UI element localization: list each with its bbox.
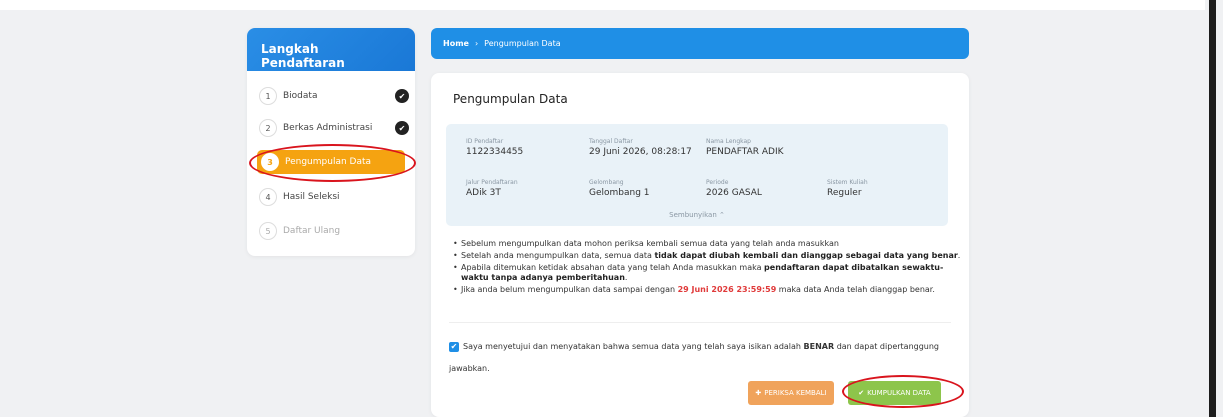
submit-data-label: KUMPULKAN DATA [867,389,931,397]
agreement-text: Saya menyetujui dan menyatakan bahwa sem… [463,342,804,351]
breadcrumb: Home › Pengumpulan Data [431,28,969,59]
notice-item: Setelah anda mengumpulkan data, semua da… [453,251,963,261]
check-again-button[interactable]: ✚ PERIKSA KEMBALI [748,381,834,405]
info-value: Reguler [827,188,862,198]
divider [449,322,951,323]
deadline-text: 29 Juni 2026 23:59:59 [677,285,777,294]
check-icon: ✔ [395,89,409,103]
info-value: PENDAFTAR ADIK [706,147,784,157]
info-system: Sistem Kuliah Reguler [827,179,868,198]
steps-title: Langkah Pendaftaran [247,28,415,71]
step-number: 1 [259,87,277,105]
step-pengumpulan-data[interactable]: 3 Pengumpulan Data [257,150,405,174]
step-number: 2 [259,119,277,137]
step-label: Daftar Ulang [283,226,341,236]
step-number: 5 [259,222,277,240]
info-label: Sistem Kuliah [827,179,868,186]
info-value: Gelombang 1 [589,188,650,198]
info-label: Gelombang [589,179,624,186]
step-biodata[interactable]: 1 Biodata ✔ [259,86,409,106]
step-label: Biodata [283,91,318,101]
agreement: ✔ Saya menyetujui dan menyatakan bahwa se… [449,336,949,380]
step-berkas-administrasi[interactable]: 2 Berkas Administrasi ✔ [259,118,409,138]
agreement-checkbox[interactable]: ✔ [449,341,459,352]
info-value: 29 Juni 2026, 08:28:17 [589,147,692,157]
info-value: ADik 3T [466,188,501,198]
breadcrumb-separator: › [474,39,479,48]
info-id: ID Pendaftar 1122334455 [466,138,523,157]
step-number: 4 [259,188,277,206]
breadcrumb-home[interactable]: Home [443,39,469,48]
step-label: Hasil Seleksi [283,192,340,202]
page-title: Pengumpulan Data [453,92,568,106]
scrollbar-thumb[interactable] [1209,0,1216,417]
step-label: Berkas Administrasi [283,123,373,133]
browser-top-strip [0,0,1223,10]
step-hasil-seleksi[interactable]: 4 Hasil Seleksi [259,187,409,207]
submit-data-button[interactable]: ✔ KUMPULKAN DATA [848,381,941,405]
notice-list: Sebelum mengumpulkan data mohon periksa … [453,239,963,297]
info-path: Jalur Pendaftaran ADik 3T [466,179,518,198]
info-period: Periode 2026 GASAL [706,179,762,198]
check-icon: ✔ [395,121,409,135]
notice-item: Sebelum mengumpulkan data mohon periksa … [453,239,963,249]
notice-item: Apabila ditemukan ketidak absahan data y… [453,263,963,283]
info-wave: Gelombang Gelombang 1 [589,179,650,198]
check-again-label: PERIKSA KEMBALI [764,389,827,397]
main-card: Pengumpulan Data ID Pendaftar 1122334455… [431,73,969,417]
info-value: 2026 GASAL [706,188,762,198]
info-name: Nama Lengkap PENDAFTAR ADIK [706,138,784,157]
step-number: 3 [261,153,279,171]
breadcrumb-current: Pengumpulan Data [484,39,561,48]
info-label: Periode [706,179,729,186]
check-icon: ✔ [858,389,865,397]
info-label: Nama Lengkap [706,138,751,145]
info-label: Tanggal Daftar [589,138,633,145]
scrollbar[interactable] [1205,0,1223,417]
info-label: Jalur Pendaftaran [466,179,518,186]
registrant-info-box: ID Pendaftar 1122334455 Tanggal Daftar 2… [446,124,948,226]
notice-item: Jika anda belum mengumpulkan data sampai… [453,285,963,295]
info-label: ID Pendaftar [466,138,504,145]
info-value: 1122334455 [466,147,524,157]
agreement-bold: BENAR [803,342,835,351]
step-label: Pengumpulan Data [285,157,372,167]
info-date: Tanggal Daftar 29 Juni 2026, 08:28:17 [589,138,692,157]
step-daftar-ulang: 5 Daftar Ulang [259,221,409,241]
hide-details-link[interactable]: Sembunyikan ⌃ [446,211,948,219]
plus-icon: ✚ [755,389,762,397]
